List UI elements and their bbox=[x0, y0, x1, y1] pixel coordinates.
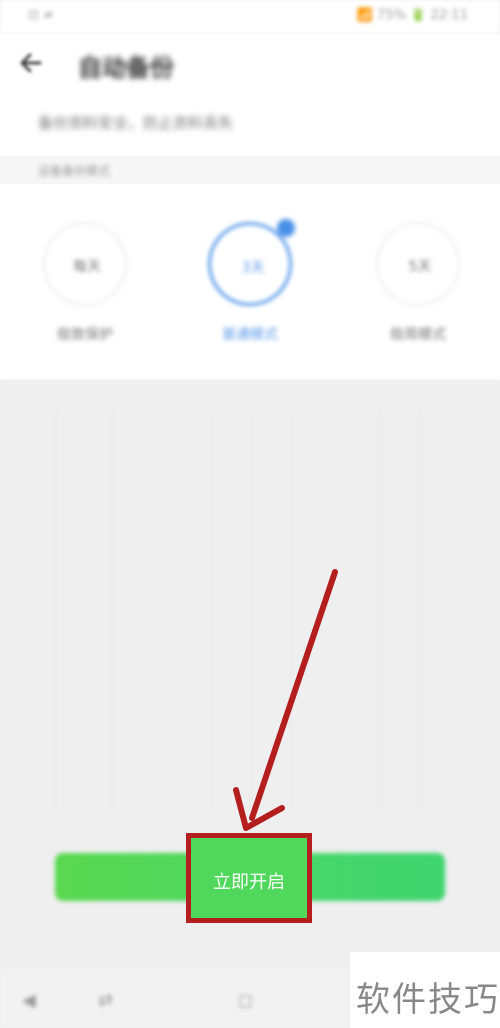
divider bbox=[290, 410, 291, 810]
mode-circle-text: 每天 bbox=[73, 259, 101, 275]
section-label: 设备备份模式 bbox=[38, 164, 111, 178]
divider bbox=[110, 410, 111, 810]
mode-circle-active: 3天 bbox=[208, 219, 295, 306]
nav-back-icon[interactable]: ◀ bbox=[22, 990, 36, 1011]
mode-label: 极简模式 bbox=[390, 327, 446, 343]
subtitle: 备份资料安全，防止资料丢失 bbox=[38, 114, 234, 132]
enable-now-button[interactable]: 立即开启 bbox=[186, 833, 312, 923]
page-title: 自动备份 bbox=[78, 54, 174, 82]
mode-circle-text: 3天 bbox=[241, 260, 265, 276]
mode-option-daily[interactable]: 每天 极致保护 bbox=[35, 222, 135, 362]
backup-mode-selector: 每天 极致保护 3天 普通模式 5天 极简模式 bbox=[0, 184, 500, 380]
divider bbox=[380, 410, 381, 810]
mode-circle: 5天 bbox=[376, 222, 460, 306]
back-arrow-icon[interactable] bbox=[16, 48, 46, 78]
mode-option-3day[interactable]: 3天 普通模式 bbox=[200, 219, 300, 362]
status-left: ⊡ ≠ bbox=[28, 8, 54, 23]
selected-dot-icon bbox=[277, 219, 295, 237]
mode-option-5day[interactable]: 5天 极简模式 bbox=[368, 222, 468, 362]
mode-circle-text: 5天 bbox=[408, 259, 432, 275]
watermark-text: 软件技巧 bbox=[356, 980, 500, 1020]
divider bbox=[250, 410, 251, 810]
divider bbox=[420, 410, 421, 810]
status-right: 📶 75% 🔋 22:11 bbox=[356, 8, 468, 23]
mode-circle: 每天 bbox=[43, 222, 127, 306]
status-bar: ⊡ ≠ 📶 75% 🔋 22:11 bbox=[0, 0, 500, 34]
subtitle-area: 备份资料安全，防止资料丢失 bbox=[0, 94, 500, 156]
mode-label: 极致保护 bbox=[57, 327, 113, 343]
divider bbox=[210, 410, 211, 810]
watermark: 软件技巧 bbox=[350, 952, 500, 1028]
header: 自动备份 bbox=[0, 34, 500, 94]
section-strip: 设备备份模式 bbox=[0, 156, 500, 184]
nav-home-icon[interactable]: ◻ bbox=[238, 990, 253, 1011]
mode-label: 普通模式 bbox=[222, 327, 278, 343]
divider bbox=[55, 410, 56, 810]
placeholder-content bbox=[0, 380, 500, 820]
nav-switch-icon[interactable]: ⇄ bbox=[98, 990, 113, 1011]
enable-now-label: 立即开启 bbox=[213, 872, 285, 893]
